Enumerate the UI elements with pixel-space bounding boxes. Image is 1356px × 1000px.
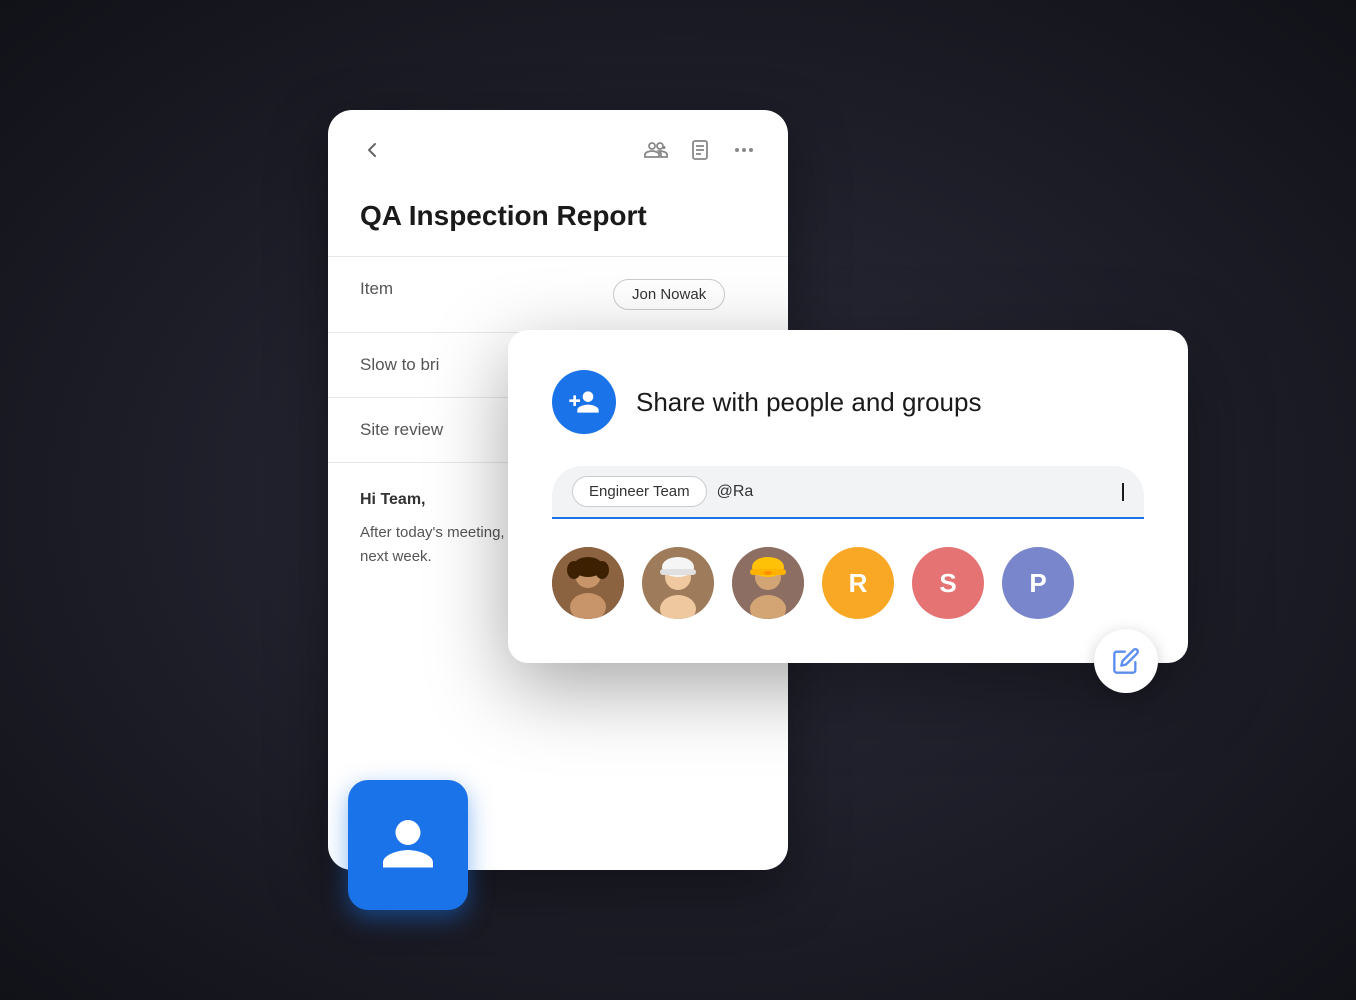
- avatar-person-1[interactable]: [552, 547, 624, 619]
- add-person-icon[interactable]: [644, 138, 668, 168]
- avatar-p[interactable]: P: [1002, 547, 1074, 619]
- person-icon: [378, 815, 438, 875]
- doc-header: [328, 110, 788, 184]
- edit-fab-button[interactable]: [1094, 629, 1158, 693]
- share-icon-circle: [552, 370, 616, 434]
- assignee-pill[interactable]: Jon Nowak: [613, 279, 725, 310]
- share-avatars: R S P: [552, 547, 1144, 619]
- table-cell-assignee: Jon Nowak: [581, 257, 788, 333]
- more-options-icon[interactable]: [732, 138, 756, 168]
- doc-title: QA Inspection Report: [328, 184, 788, 256]
- person-add-icon: [568, 386, 600, 418]
- avatar-person-3[interactable]: [732, 547, 804, 619]
- blue-contacts-card[interactable]: [348, 780, 468, 910]
- share-dialog-header: Share with people and groups: [552, 370, 1144, 434]
- engineer-team-tag[interactable]: Engineer Team: [572, 476, 707, 507]
- share-input-container[interactable]: Engineer Team: [552, 466, 1144, 519]
- avatar-s[interactable]: S: [912, 547, 984, 619]
- text-cursor: [1122, 483, 1124, 501]
- table-cell-item: Item: [328, 257, 581, 333]
- edit-icon: [1112, 647, 1140, 675]
- document-icon[interactable]: [688, 138, 712, 168]
- table-row: Item Jon Nowak: [328, 257, 788, 333]
- avatar-person-2[interactable]: [642, 547, 714, 619]
- doc-header-actions: [644, 138, 756, 168]
- share-title: Share with people and groups: [636, 387, 981, 418]
- back-button[interactable]: [360, 138, 384, 168]
- share-input[interactable]: [717, 483, 1111, 501]
- share-dialog: Share with people and groups Engineer Te…: [508, 330, 1188, 663]
- avatar-r[interactable]: R: [822, 547, 894, 619]
